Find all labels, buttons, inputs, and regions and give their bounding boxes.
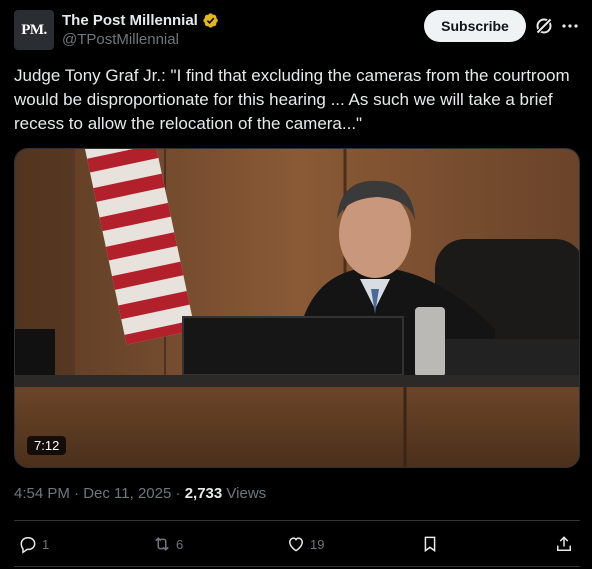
views-count: 2,733	[184, 485, 223, 502]
like-count: 19	[310, 536, 325, 552]
share-icon	[557, 536, 571, 551]
video-duration: 7:12	[27, 436, 67, 455]
divider	[14, 566, 580, 567]
tweet-date[interactable]: Dec 11, 2025	[83, 485, 171, 502]
action-bar: 1 6 19	[14, 530, 580, 558]
heart-icon	[288, 537, 304, 552]
views-label: Views	[226, 485, 267, 502]
tweet-meta: 4:54 PM · Dec 11, 2025 · 2,733 Views	[14, 484, 266, 504]
more-icon[interactable]	[561, 16, 579, 36]
reply-icon	[20, 537, 36, 554]
reply-button[interactable]: 1	[18, 530, 49, 558]
share-button[interactable]	[554, 530, 574, 558]
display-name-row[interactable]: The Post Millennial	[62, 10, 219, 30]
tweet-time[interactable]: 4:54 PM	[14, 485, 70, 502]
display-name[interactable]: The Post Millennial	[62, 12, 198, 29]
divider	[14, 520, 580, 521]
repost-icon	[155, 537, 169, 551]
repost-count: 6	[176, 536, 184, 552]
meta-separator: ·	[175, 485, 185, 502]
tweet-text: Judge Tony Graf Jr.: "I find that exclud…	[14, 66, 570, 133]
verified-badge-icon	[203, 12, 218, 28]
author-info: The Post Millennial @TPostMillennial	[62, 10, 219, 50]
grok-icon[interactable]	[534, 16, 554, 36]
bookmark-button[interactable]	[420, 530, 440, 558]
video-thumbnail	[15, 149, 579, 467]
handle[interactable]: @TPostMillennial	[62, 30, 219, 50]
video-player[interactable]: 7:12	[14, 148, 580, 468]
like-button[interactable]: 19	[286, 530, 324, 558]
bookmark-icon	[424, 536, 436, 553]
meta-separator: ·	[74, 485, 84, 502]
subscribe-button[interactable]: Subscribe	[424, 10, 526, 42]
repost-button[interactable]: 6	[152, 530, 183, 558]
avatar[interactable]: PM.	[14, 10, 54, 50]
tweet-header: PM. The Post Millennial @TPostMillennial…	[14, 8, 580, 54]
reply-count: 1	[42, 536, 50, 552]
